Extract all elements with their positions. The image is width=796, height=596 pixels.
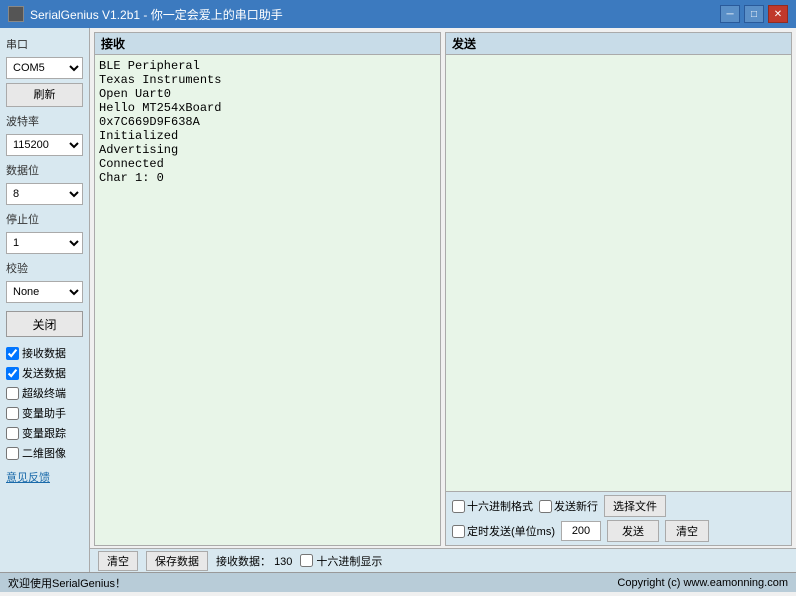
panels: 接收 BLE Peripheral Texas Instruments Open… (90, 28, 796, 548)
checkbox-send: 发送数据 (6, 365, 83, 381)
timed-send-row: 定时发送(单位ms) (452, 523, 555, 539)
hex-display-row: 十六进制显示 (300, 553, 382, 569)
bottom-toolbar: 清空 保存数据 接收数据： 130 十六进制显示 (90, 548, 796, 572)
timed-send-label: 定时发送(单位ms) (467, 523, 555, 539)
rx-count-label: 接收数据： 130 (216, 553, 292, 569)
checkbox-2d-image-input[interactable] (6, 447, 19, 460)
checkbox-2d-image: 二维图像 (6, 445, 83, 461)
content-area: 接收 BLE Peripheral Texas Instruments Open… (90, 28, 796, 572)
welcome-text: 欢迎使用SerialGenius！ (8, 575, 126, 591)
checkbox-2d-image-label: 二维图像 (22, 445, 66, 461)
parity-label: 校验 (6, 260, 83, 276)
checkbox-receive-input[interactable] (6, 347, 19, 360)
timed-send-checkbox[interactable] (452, 525, 465, 538)
receive-textarea[interactable]: BLE Peripheral Texas Instruments Open Ua… (95, 55, 440, 545)
status-bar: 欢迎使用SerialGenius！ Copyright (c) www.eamo… (0, 572, 796, 592)
send-options-row: 十六进制格式 发送新行 选择文件 (452, 495, 785, 517)
send-panel: 发送 十六进制格式 发送新行 选择文件 (445, 32, 792, 546)
send-textarea[interactable] (446, 55, 791, 491)
send-bottom-controls: 十六进制格式 发送新行 选择文件 定时发送(单位ms) 200 (446, 491, 791, 545)
newline-label: 发送新行 (554, 498, 598, 514)
sidebar: 串口 COM5 刷新 波特率 115200 数据位 8 停止位 1 校验 Non… (0, 28, 90, 572)
hex-display-label: 十六进制显示 (316, 553, 382, 569)
checkbox-var-helper-input[interactable] (6, 407, 19, 420)
databits-select[interactable]: 8 (6, 183, 83, 205)
refresh-button[interactable]: 刷新 (6, 83, 83, 107)
main-container: 串口 COM5 刷新 波特率 115200 数据位 8 停止位 1 校验 Non… (0, 28, 796, 572)
checkbox-receive-label: 接收数据 (22, 345, 66, 361)
checkbox-var-helper-label: 变量助手 (22, 405, 66, 421)
hex-display-checkbox[interactable] (300, 554, 313, 567)
hex-mode-checkbox-row: 十六进制格式 (452, 498, 533, 514)
checkbox-var-helper: 变量助手 (6, 405, 83, 421)
feedback-link[interactable]: 意见反馈 (6, 469, 83, 485)
hex-mode-checkbox[interactable] (452, 500, 465, 513)
checkbox-var-trace-input[interactable] (6, 427, 19, 440)
clear-receive-button[interactable]: 清空 (98, 551, 138, 571)
port-label: 串口 (6, 36, 83, 52)
send-clear-button[interactable]: 清空 (665, 520, 709, 542)
baud-label: 波特率 (6, 113, 83, 129)
port-select[interactable]: COM5 (6, 57, 83, 79)
parity-select[interactable]: None (6, 281, 83, 303)
databits-label: 数据位 (6, 162, 83, 178)
checkbox-receive: 接收数据 (6, 345, 83, 361)
checkbox-terminal: 超级终端 (6, 385, 83, 401)
window-title: SerialGenius V1.2b1 - 你一定会爱上的串口助手 (30, 6, 283, 23)
stopbits-label: 停止位 (6, 211, 83, 227)
bottom-toolbar-left: 清空 保存数据 接收数据： 130 十六进制显示 (98, 551, 382, 571)
receive-panel: 接收 BLE Peripheral Texas Instruments Open… (94, 32, 441, 546)
hex-mode-label: 十六进制格式 (467, 498, 533, 514)
newline-checkbox[interactable] (539, 500, 552, 513)
checkbox-terminal-label: 超级终端 (22, 385, 66, 401)
save-data-button[interactable]: 保存数据 (146, 551, 208, 571)
send-action-row: 定时发送(单位ms) 200 发送 清空 (452, 520, 785, 542)
checkbox-send-label: 发送数据 (22, 365, 66, 381)
app-icon (8, 6, 24, 22)
receive-panel-header: 接收 (95, 33, 440, 55)
checkbox-var-trace: 变量跟踪 (6, 425, 83, 441)
checkbox-send-input[interactable] (6, 367, 19, 380)
checkbox-terminal-input[interactable] (6, 387, 19, 400)
send-panel-header: 发送 (446, 33, 791, 55)
checkbox-var-trace-label: 变量跟踪 (22, 425, 66, 441)
close-port-button[interactable]: 关闭 (6, 311, 83, 337)
close-button[interactable]: ✕ (768, 5, 788, 23)
select-file-button[interactable]: 选择文件 (604, 495, 666, 517)
copyright-text: Copyright (c) www.eamonning.com (617, 577, 788, 589)
send-button[interactable]: 发送 (607, 520, 659, 542)
stopbits-select[interactable]: 1 (6, 232, 83, 254)
title-bar: SerialGenius V1.2b1 - 你一定会爱上的串口助手 ─ □ ✕ (0, 0, 796, 28)
timed-value-input[interactable]: 200 (561, 521, 601, 541)
newline-checkbox-row: 发送新行 (539, 498, 598, 514)
window-controls: ─ □ ✕ (720, 5, 788, 23)
minimize-button[interactable]: ─ (720, 5, 740, 23)
baud-select[interactable]: 115200 (6, 134, 83, 156)
maximize-button[interactable]: □ (744, 5, 764, 23)
